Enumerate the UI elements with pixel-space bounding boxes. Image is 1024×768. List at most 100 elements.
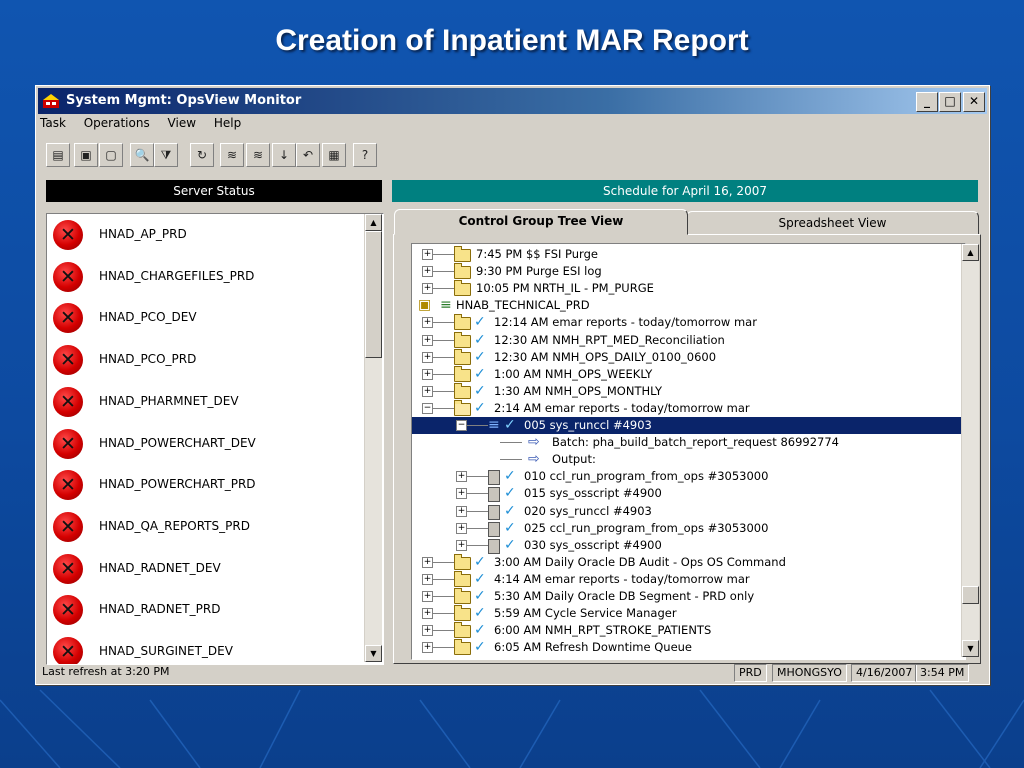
check-icon: ✓ <box>474 622 486 639</box>
time-status: 3:54 PM <box>915 664 970 682</box>
server-list-scrollbar[interactable]: ▲ ▼ <box>364 214 382 662</box>
menu-help[interactable]: Help <box>214 116 241 130</box>
expand-icon[interactable]: + <box>422 608 433 620</box>
expand-icon[interactable]: + <box>422 317 433 329</box>
refresh-button[interactable]: ↻ <box>190 143 214 167</box>
check-icon: ✓ <box>474 639 486 656</box>
document-button[interactable]: ▦ <box>322 143 346 167</box>
tree-row[interactable]: ▣ ≡ HNAB_TECHNICAL_PRD <box>412 297 965 314</box>
maximize-button[interactable]: □ <box>939 92 961 112</box>
grid-button[interactable]: ▤ <box>46 143 70 167</box>
tree-scroll-up-button[interactable]: ▲ <box>962 244 979 261</box>
tree-row[interactable]: + ✓ 4:14 AM emar reports - today/tomorrow … <box>412 570 965 588</box>
stack-alt-button[interactable]: ≋ <box>246 143 270 167</box>
tree-row[interactable]: + ✓ 030 sys_osscript #4900 <box>412 537 965 554</box>
tree-row[interactable]: +9:30 PM Purge ESI log <box>412 263 965 280</box>
search-button[interactable]: 🔍 <box>130 143 154 167</box>
collapse-icon[interactable]: − <box>422 402 433 414</box>
tree-connector <box>466 527 488 529</box>
expand-icon[interactable]: + <box>422 556 433 568</box>
server-name: HNAD_RADNET_PRD <box>99 602 221 617</box>
error-x-icon: ✕ <box>53 345 83 376</box>
tree-row-label: 030 sys_osscript #4900 <box>524 537 662 552</box>
tree-row-label: 12:30 AM NMH_RPT_MED_Reconciliation <box>494 332 725 347</box>
menu-operations[interactable]: Operations <box>84 116 150 130</box>
date-status: 4/16/2007 <box>851 664 918 682</box>
undo-button[interactable]: ↶ <box>296 143 320 167</box>
search-icon: 🔍 <box>134 148 150 162</box>
tree-row[interactable]: + ✓ 025 ccl_run_program_from_ops #3053000 <box>412 520 965 537</box>
expand-icon[interactable]: + <box>456 505 467 517</box>
folder-icon <box>454 263 471 280</box>
tree-row[interactable]: + ✓ 020 sys_runccl #4903 <box>412 503 965 520</box>
expand-icon[interactable]: + <box>422 642 433 654</box>
tree-scrollbar[interactable]: ▲ ▼ <box>961 244 979 657</box>
tree-row[interactable]: + ✓ 1:00 AM NMH_OPS_WEEKLY <box>412 365 965 383</box>
expand-icon[interactable]: + <box>422 368 433 380</box>
detail-arrow-icon: ⇨ <box>528 434 540 451</box>
window-button[interactable]: ▣ <box>74 143 98 167</box>
folder-icon <box>454 382 471 399</box>
tree-row[interactable]: + ✓ 12:14 AM emar reports - today/tomorrow… <box>412 314 965 331</box>
scroll-thumb[interactable] <box>365 231 382 358</box>
expand-icon[interactable]: + <box>422 385 433 397</box>
expand-icon[interactable]: + <box>422 573 433 585</box>
tree-row[interactable]: + ✓ 015 sys_osscript #4900 <box>412 485 965 503</box>
tree-row[interactable]: ⇨ Batch: pha_build_batch_report_request 8… <box>412 434 965 451</box>
expand-icon[interactable]: + <box>422 351 433 363</box>
expand-icon[interactable]: + <box>456 522 467 534</box>
window-alt-button[interactable]: ▢ <box>99 143 123 167</box>
collapse-icon[interactable]: − <box>456 420 467 431</box>
tree-connector <box>432 578 454 580</box>
tree-row[interactable]: + ✓ 1:30 AM NMH_OPS_MONTHLY <box>412 382 965 400</box>
check-icon: ✓ <box>474 348 486 365</box>
tab-control-group-tree-view[interactable]: Control Group Tree View <box>394 209 688 235</box>
expand-icon[interactable]: + <box>422 249 433 260</box>
server-group-icon: ▣ <box>418 297 432 314</box>
expand-icon[interactable]: + <box>456 488 467 500</box>
tree-connector <box>432 254 454 255</box>
window-titlebar[interactable]: System Mgmt: OpsView Monitor _ □ ✕ <box>38 88 987 114</box>
expand-icon[interactable]: + <box>422 334 433 346</box>
tree-row[interactable]: + ✓ 5:30 AM Daily Oracle DB Segment - PRD … <box>412 588 965 605</box>
filter-icon: ⧩ <box>160 148 172 162</box>
folder-icon <box>454 639 471 656</box>
minimize-button[interactable]: _ <box>916 92 938 112</box>
tree-scroll-down-button[interactable]: ▼ <box>962 640 979 657</box>
expand-icon[interactable]: + <box>456 471 467 483</box>
check-icon: ✓ <box>504 485 516 502</box>
grid-icon: ▤ <box>52 148 64 162</box>
close-button[interactable]: ✕ <box>963 92 985 112</box>
job-list-icon: ≡ <box>488 417 500 433</box>
stack-button[interactable]: ≋ <box>220 143 244 167</box>
tree-connector <box>466 493 488 495</box>
help-button[interactable]: ? <box>353 143 377 167</box>
expand-icon[interactable]: + <box>422 283 433 295</box>
tree-row[interactable]: + ✓ 12:30 AM NMH_RPT_MED_Reconciliation <box>412 331 965 349</box>
tree-row[interactable]: + ✓ 3:00 AM Daily Oracle DB Audit - Ops OS… <box>412 553 965 571</box>
menu-view[interactable]: View <box>168 116 196 130</box>
tree-scroll-thumb[interactable] <box>962 586 979 604</box>
menu-task[interactable]: Task <box>40 116 66 130</box>
tab-spreadsheet-view[interactable]: Spreadsheet View <box>686 211 979 235</box>
scroll-up-button[interactable]: ▲ <box>365 214 382 231</box>
tree-row[interactable]: + ✓ 6:00 AM NMH_RPT_STROKE_PATIENTS <box>412 622 965 639</box>
tree-row[interactable]: ⇨ Output: <box>412 451 965 468</box>
tree-row[interactable]: + ✓ 5:59 AM Cycle Service Manager <box>412 605 965 622</box>
tree-row[interactable]: + ✓ 6:05 AM Refresh Downtime Queue <box>412 639 965 656</box>
tree-row[interactable]: + ✓ 010 ccl_run_program_from_ops #3053000 <box>412 468 965 486</box>
tree-row[interactable]: + ✓ 12:30 AM NMH_OPS_DAILY_0100_0600 <box>412 348 965 366</box>
tree-row[interactable]: +10:05 PM NRTH_IL - PM_PURGE <box>412 280 965 297</box>
scroll-down-button[interactable]: ▼ <box>365 645 382 662</box>
expand-icon[interactable]: + <box>422 266 433 278</box>
expand-icon[interactable]: + <box>422 591 433 602</box>
filter-button[interactable]: ⧩ <box>154 143 178 167</box>
check-icon: ✓ <box>474 314 486 331</box>
down-arrow-button[interactable]: ↓ <box>272 143 296 167</box>
expand-icon[interactable]: + <box>422 625 433 637</box>
tree-row[interactable]: − ✓ 2:14 AM emar reports - today/tomorrow … <box>412 399 965 417</box>
folder-icon <box>454 280 471 297</box>
expand-icon[interactable]: + <box>456 539 467 551</box>
tree-row[interactable]: +7:45 PM $$ FSI Purge <box>412 246 965 263</box>
tree-row[interactable]: − ≡ ✓ 005 sys_runccl #4903 <box>412 417 965 434</box>
